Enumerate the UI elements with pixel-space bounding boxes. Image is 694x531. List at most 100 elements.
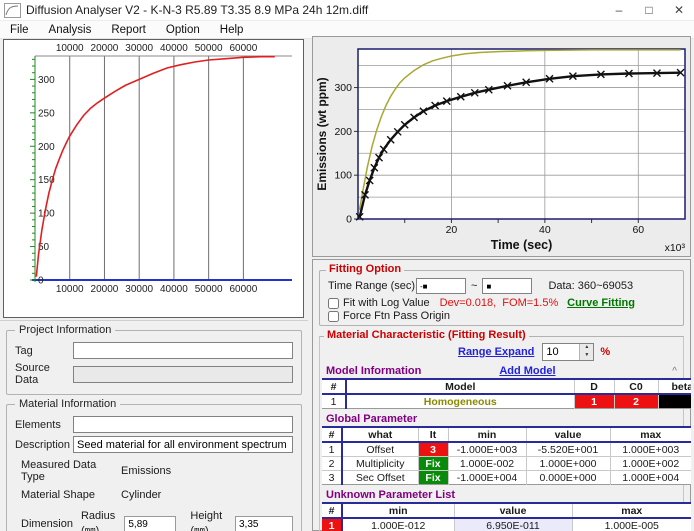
svg-text:30000: 30000 bbox=[125, 284, 153, 295]
gp-cell[interactable]: 1.000E+003 bbox=[610, 442, 691, 457]
up-cell[interactable]: 6.950E-011 bbox=[454, 518, 572, 531]
gp-cell[interactable]: Offset bbox=[342, 442, 418, 457]
window-title: Diffusion Analyser V2 - K-N-3 R5.89 T3.3… bbox=[26, 3, 368, 17]
up-cell[interactable]: 1.000E-005 bbox=[572, 518, 691, 531]
menu-analysis[interactable]: Analysis bbox=[39, 24, 102, 36]
model-table: # Model D C0 beta 1 Homogeneous 1 2 bbox=[322, 378, 691, 409]
gp-it-badge[interactable]: 3 bbox=[418, 442, 448, 457]
percent-label: % bbox=[600, 346, 610, 358]
minimize-button[interactable]: – bbox=[604, 0, 634, 21]
spin-down-icon[interactable]: ▼ bbox=[580, 352, 593, 360]
dev-fom-status: Dev=0.018, FOM=1.5% bbox=[440, 297, 559, 309]
gp-cell[interactable]: Multiplicity bbox=[342, 457, 418, 471]
fit-log-checkbox[interactable] bbox=[328, 298, 339, 309]
gp-fix-badge[interactable]: Fix bbox=[418, 471, 448, 485]
gp-cell[interactable]: 1.000E+004 bbox=[610, 471, 691, 485]
height-label: Height (㎜) bbox=[190, 510, 229, 531]
model-row-d[interactable]: 1 bbox=[574, 394, 614, 409]
maximize-button[interactable]: □ bbox=[634, 0, 664, 21]
gp-fix-badge[interactable]: Fix bbox=[418, 457, 448, 471]
gp-cell[interactable]: 1.000E+002 bbox=[610, 457, 691, 471]
description-input[interactable] bbox=[73, 436, 293, 453]
gp-row[interactable]: 2 Multiplicity Fix 1.000E-002 1.000E+000… bbox=[322, 457, 691, 471]
svg-text:Emissions (wt ppm): Emissions (wt ppm) bbox=[315, 77, 329, 190]
curve-fitting-link[interactable]: Curve Fitting bbox=[567, 297, 635, 309]
svg-text:200: 200 bbox=[334, 126, 352, 138]
gp-cell[interactable]: 1 bbox=[322, 442, 342, 457]
scroll-up-icon[interactable]: ^ bbox=[672, 366, 679, 377]
menu-report[interactable]: Report bbox=[101, 24, 156, 36]
up-col-min: min bbox=[342, 503, 454, 518]
up-col-max: max bbox=[572, 503, 691, 518]
measured-data-chart-panel: 0501001502002503001000010000200002000030… bbox=[3, 39, 304, 318]
gp-row[interactable]: 3 Sec Offset Fix -1.000E+004 0.000E+000 … bbox=[322, 471, 691, 485]
menu-help[interactable]: Help bbox=[210, 24, 254, 36]
svg-text:100: 100 bbox=[334, 170, 352, 182]
gp-cell[interactable]: -1.000E+004 bbox=[448, 471, 526, 485]
time-from-input[interactable] bbox=[416, 278, 466, 294]
range-expand-link[interactable]: Range Expand bbox=[458, 346, 534, 358]
model-row[interactable]: 1 Homogeneous 1 2 bbox=[322, 394, 691, 409]
info-panel: Project Information Tag Source Data Mate… bbox=[0, 320, 308, 531]
material-information-title: Material Information bbox=[15, 398, 120, 410]
svg-text:50000: 50000 bbox=[195, 284, 223, 295]
gp-col-num: # bbox=[322, 427, 342, 442]
add-model-link[interactable]: Add Model bbox=[499, 365, 555, 377]
elements-input[interactable] bbox=[73, 416, 293, 433]
radius-input[interactable] bbox=[124, 516, 176, 531]
tag-input[interactable] bbox=[73, 342, 293, 359]
range-expand-input[interactable] bbox=[543, 344, 579, 360]
svg-text:40: 40 bbox=[539, 224, 551, 236]
gp-cell[interactable]: 1.000E-002 bbox=[448, 457, 526, 471]
gp-col-what: what bbox=[342, 427, 418, 442]
force-origin-checkbox[interactable] bbox=[328, 311, 339, 322]
close-button[interactable]: ✕ bbox=[664, 0, 694, 21]
menu-option[interactable]: Option bbox=[156, 24, 210, 36]
fit-log-label: Fit with Log Value bbox=[343, 297, 430, 309]
spin-up-icon[interactable]: ▲ bbox=[580, 344, 593, 352]
model-row-num[interactable]: 1 bbox=[322, 394, 346, 409]
model-table-wrap: # Model D C0 beta 1 Homogeneous 1 2 bbox=[322, 378, 691, 409]
model-row-beta[interactable] bbox=[658, 394, 691, 409]
material-shape-label: Material Shape bbox=[21, 489, 121, 501]
height-input[interactable] bbox=[235, 516, 293, 531]
measured-data-type-value: Emissions bbox=[121, 465, 171, 477]
model-information-title: Model Information bbox=[326, 365, 421, 377]
gp-cell[interactable]: 1.000E+000 bbox=[526, 457, 610, 471]
gp-cell[interactable]: -5.520E+001 bbox=[526, 442, 610, 457]
fitting-result-chart: 0100200300204060Time (sec)x10³Emissions … bbox=[313, 37, 690, 256]
gp-cell[interactable]: Sec Offset bbox=[342, 471, 418, 485]
unknown-parameter-table: # min value max 1 1.000E-012 6.950E-011 … bbox=[322, 502, 691, 531]
svg-text:20000: 20000 bbox=[91, 284, 119, 295]
window-controls: – □ ✕ bbox=[604, 0, 694, 21]
gp-cell[interactable]: -1.000E+003 bbox=[448, 442, 526, 457]
gp-cell[interactable]: 3 bbox=[322, 471, 342, 485]
svg-text:0: 0 bbox=[38, 276, 44, 287]
svg-text:0: 0 bbox=[346, 214, 352, 226]
up-row[interactable]: 1 1.000E-012 6.950E-011 1.000E-005 bbox=[322, 518, 691, 531]
description-label: Description bbox=[15, 439, 73, 451]
fitting-option-group: Fitting Option Time Range (sec) ~ Data: … bbox=[319, 270, 684, 326]
fitting-panel: Fitting Option Time Range (sec) ~ Data: … bbox=[312, 259, 691, 531]
gp-cell[interactable]: 0.000E+000 bbox=[526, 471, 610, 485]
svg-text:10000: 10000 bbox=[56, 43, 84, 54]
gp-row[interactable]: 1 Offset 3 -1.000E+003 -5.520E+001 1.000… bbox=[322, 442, 691, 457]
time-range-label: Time Range (sec) bbox=[328, 280, 416, 292]
model-row-c0[interactable]: 2 bbox=[614, 394, 658, 409]
radius-label: Radius (㎜) bbox=[81, 510, 121, 531]
source-data-label: Source Data bbox=[15, 362, 73, 386]
tilde-separator: ~ bbox=[471, 280, 477, 292]
menu-file[interactable]: File bbox=[0, 24, 39, 36]
time-to-input[interactable] bbox=[482, 278, 532, 294]
gp-cell[interactable]: 2 bbox=[322, 457, 342, 471]
up-num-badge[interactable]: 1 bbox=[322, 518, 342, 531]
gp-col-min: min bbox=[448, 427, 526, 442]
global-parameter-table: # what It min value max 1 Offset 3 -1.00… bbox=[322, 426, 691, 485]
svg-text:300: 300 bbox=[38, 75, 55, 86]
up-cell[interactable]: 1.000E-012 bbox=[342, 518, 454, 531]
svg-text:20: 20 bbox=[446, 224, 458, 236]
gp-col-value: value bbox=[526, 427, 610, 442]
svg-text:200: 200 bbox=[38, 142, 55, 153]
model-row-name[interactable]: Homogeneous bbox=[346, 394, 574, 409]
material-characteristic-section: Material Characteristic (Fitting Result)… bbox=[319, 336, 684, 531]
